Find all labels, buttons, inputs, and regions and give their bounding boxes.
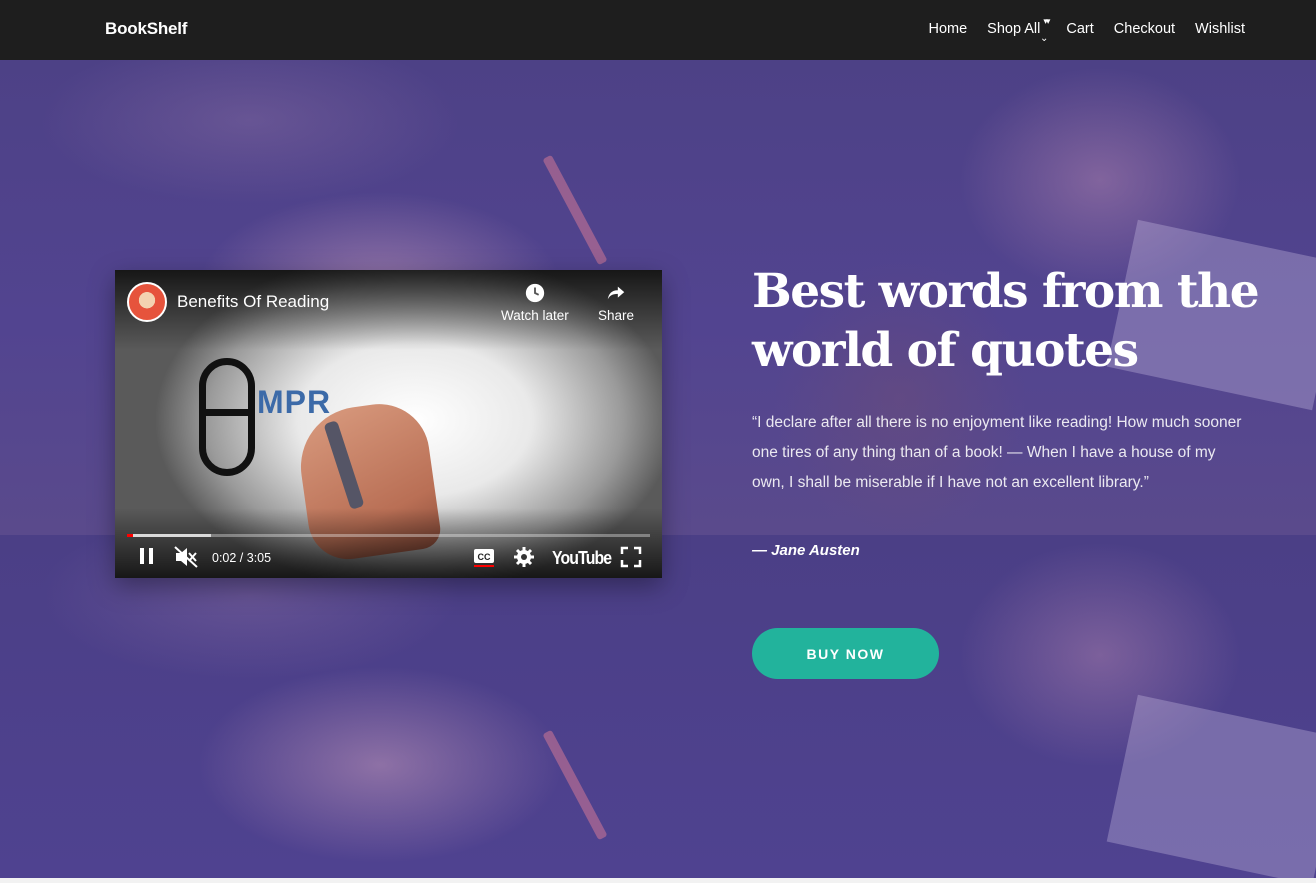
- mute-icon: [174, 546, 198, 568]
- buy-now-button[interactable]: BUY NOW: [752, 628, 939, 679]
- channel-avatar[interactable]: [127, 282, 167, 322]
- watch-later-button[interactable]: Watch later: [501, 282, 569, 323]
- pause-button[interactable]: [137, 546, 157, 566]
- hero-section: MPR Benefits Of Reading Watch later Shar…: [0, 60, 1316, 878]
- fullscreen-icon: [620, 546, 642, 568]
- top-navbar: BookShelf Home Shop All ▾▾ ⌄ Cart Checko…: [0, 0, 1316, 60]
- captions-button[interactable]: CC: [473, 546, 495, 568]
- dropdown-icon: ▾▾: [1043, 16, 1050, 26]
- share-button[interactable]: Share: [598, 282, 634, 323]
- video-time: 0:02 / 3:05: [212, 551, 272, 565]
- brand-logo[interactable]: BookShelf: [105, 19, 187, 39]
- fullscreen-button[interactable]: [620, 546, 642, 568]
- video-progress-bar[interactable]: [127, 534, 650, 537]
- video-frame-drawing: [199, 358, 255, 476]
- youtube-logo[interactable]: YouTube: [552, 548, 612, 569]
- nav-shop-all-label: Shop All: [987, 21, 1041, 37]
- video-progress-loaded: [127, 534, 211, 537]
- captions-icon: CC: [474, 549, 494, 567]
- quote-author: — Jane Austen: [752, 542, 860, 559]
- settings-icon: [514, 547, 534, 567]
- settings-button[interactable]: [513, 546, 535, 568]
- video-player[interactable]: MPR Benefits Of Reading Watch later Shar…: [115, 270, 662, 578]
- video-frame-text: MPR: [257, 384, 332, 420]
- nav-wishlist[interactable]: Wishlist: [1195, 21, 1245, 37]
- video-title[interactable]: Benefits Of Reading: [177, 292, 329, 312]
- mute-button[interactable]: [174, 546, 198, 568]
- pause-icon: [140, 548, 153, 564]
- chevron-down-icon[interactable]: ⌄: [1040, 33, 1048, 44]
- video-progress-played: [127, 534, 133, 537]
- hero-title: Best words from the world of quotes: [752, 264, 1260, 378]
- clock-icon: [525, 283, 545, 303]
- nav-links: Home Shop All ▾▾ ⌄ Cart Checkout Wishlis…: [908, 16, 1245, 44]
- nav-checkout[interactable]: Checkout: [1114, 21, 1175, 37]
- nav-home[interactable]: Home: [928, 21, 967, 37]
- nav-cart[interactable]: Cart: [1066, 21, 1093, 37]
- svg-text:CC: CC: [478, 552, 491, 562]
- nav-shop-all[interactable]: Shop All ▾▾ ⌄: [987, 16, 1050, 44]
- watch-later-label: Watch later: [501, 308, 569, 323]
- share-label: Share: [598, 308, 635, 323]
- hero-quote: “I declare after all there is no enjoyme…: [752, 414, 1242, 491]
- share-icon: [607, 286, 625, 300]
